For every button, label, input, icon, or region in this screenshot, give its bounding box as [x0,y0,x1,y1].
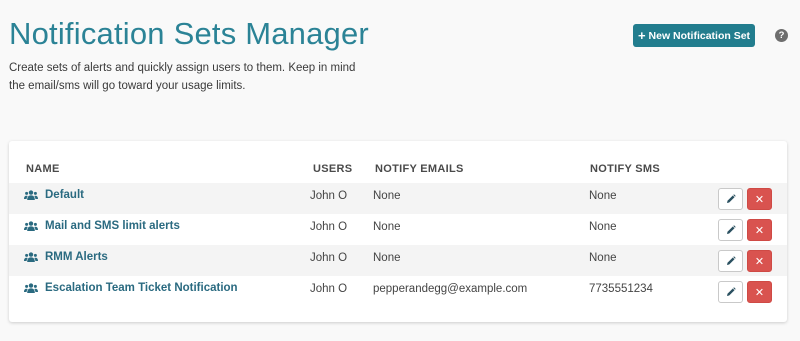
edit-button[interactable] [718,250,743,272]
set-name-link[interactable]: RMM Alerts [45,251,108,263]
pencil-icon [726,287,736,296]
notify-sms-cell: None [589,190,617,202]
column-header-users: USERS [313,163,353,175]
notify-emails-cell: None [373,221,401,233]
users-cell: John O [310,221,348,233]
page-title: Notification Sets Manager [9,16,369,51]
delete-button[interactable]: ✕ [747,250,772,272]
set-name-link[interactable]: Escalation Team Ticket Notification [45,282,238,294]
notify-emails-cell: pepperandegg@example.com [373,283,528,295]
table-row: Default John O None None ✕ [9,183,787,214]
plus-icon: + [637,28,646,43]
new-notification-set-label: New Notification Set [648,29,751,42]
edit-button[interactable] [718,281,743,303]
page-description: Create sets of alerts and quickly assign… [9,62,356,92]
delete-button[interactable]: ✕ [747,188,772,210]
users-icon [24,283,38,293]
pencil-icon [726,225,736,234]
set-name-cell[interactable]: Mail and SMS limit alerts [24,220,180,232]
users-icon [24,252,38,262]
pencil-icon [726,256,736,265]
users-cell: John O [310,190,348,202]
column-header-notify-sms: NOTIFY SMS [590,163,661,175]
help-icon[interactable]: ? [775,29,788,42]
users-icon [24,221,38,231]
set-name-cell[interactable]: Default [24,189,84,201]
column-header-notify-emails: NOTIFY EMAILS [375,163,464,175]
notify-emails-cell: None [373,190,401,202]
column-header-name: NAME [26,163,60,175]
notify-sms-cell: None [589,252,617,264]
users-cell: John O [310,252,348,264]
users-cell: John O [310,283,348,295]
close-icon: ✕ [754,286,765,299]
edit-button[interactable] [718,219,743,241]
notify-sms-cell: 7735551234 [589,283,653,295]
delete-button[interactable]: ✕ [747,219,772,241]
set-name-cell[interactable]: Escalation Team Ticket Notification [24,282,238,294]
pencil-icon [726,194,736,203]
table-row: Escalation Team Ticket Notification John… [9,276,787,307]
table-row: Mail and SMS limit alerts John O None No… [9,214,787,245]
notification-sets-table: NAME USERS NOTIFY EMAILS NOTIFY SMS Defa… [9,141,787,322]
set-name-link[interactable]: Mail and SMS limit alerts [45,220,180,232]
edit-button[interactable] [718,188,743,210]
table-row: RMM Alerts John O None None ✕ [9,245,787,276]
new-notification-set-button[interactable]: + New Notification Set [633,24,755,47]
set-name-link[interactable]: Default [45,189,84,201]
table-header: NAME USERS NOTIFY EMAILS NOTIFY SMS [9,141,787,183]
delete-button[interactable]: ✕ [747,281,772,303]
set-name-cell[interactable]: RMM Alerts [24,251,108,263]
close-icon: ✕ [754,255,765,268]
notify-emails-cell: None [373,252,401,264]
close-icon: ✕ [754,193,765,206]
users-icon [24,190,38,200]
close-icon: ✕ [754,224,765,237]
notify-sms-cell: None [589,221,617,233]
